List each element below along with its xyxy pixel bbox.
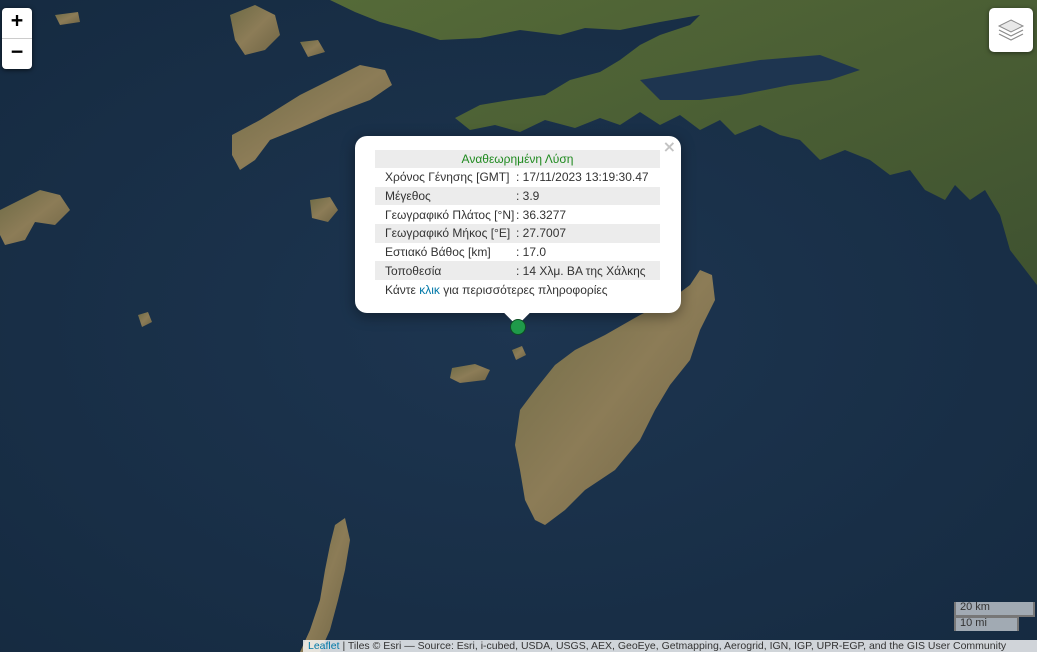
info-value: : 27.7007: [516, 226, 567, 241]
zoom-control: + −: [2, 8, 32, 69]
info-label: Γεωγραφικό Μήκος [°E]: [385, 226, 511, 241]
leaflet-link[interactable]: Leaflet: [308, 640, 340, 652]
popup-info-table: Χρόνος Γένησης [GMT] : 17/11/2023 13:19:…: [375, 168, 660, 281]
info-row: Μέγεθος : 3.9: [375, 186, 660, 206]
zoom-out-button[interactable]: −: [2, 38, 32, 69]
info-row: Γεωγραφικό Πλάτος [°N] : 36.3277: [375, 205, 660, 224]
layers-icon: [997, 19, 1025, 41]
info-label: Χρόνος Γένησης [GMT]: [385, 170, 510, 185]
info-label: Εστιακό Βάθος [km]: [385, 245, 491, 260]
info-value: : 17.0: [516, 245, 547, 260]
info-label: Γεωγραφικό Πλάτος [°N]: [385, 207, 515, 222]
more-info-suffix: για περισσότερες πληροφορίες: [439, 283, 608, 297]
more-info-prefix: Κάντε: [385, 283, 420, 297]
info-row: Εστιακό Βάθος [km] : 17.0: [375, 243, 660, 262]
info-value: : 36.3277: [516, 207, 567, 222]
layers-button[interactable]: [989, 8, 1033, 52]
more-info-link[interactable]: κλικ: [419, 283, 440, 297]
map-attribution: Leaflet | Tiles © Esri — Source: Esri, i…: [303, 640, 1037, 652]
zoom-in-button[interactable]: +: [2, 8, 32, 38]
info-row: Χρόνος Γένησης [GMT] : 17/11/2023 13:19:…: [375, 168, 660, 187]
scale-control: 20 km 10 mi: [954, 602, 1035, 631]
info-value: : 17/11/2023 13:19:30.47: [516, 170, 649, 185]
popup-title: Αναθεωρημένη Λύση: [375, 150, 660, 168]
info-value: : 3.9: [516, 189, 540, 204]
attribution-text: | Tiles © Esri — Source: Esri, i-cubed, …: [339, 640, 1007, 652]
earthquake-popup: × Αναθεωρημένη Λύση Χρόνος Γένησης [GMT]…: [355, 136, 681, 326]
scale-km: 20 km: [954, 602, 1035, 617]
popup-close-button[interactable]: ×: [663, 139, 676, 155]
info-row: Τοποθεσία : 14 Χλμ. ΒΑ της Χάλκης: [375, 261, 660, 281]
earthquake-marker[interactable]: [510, 319, 526, 335]
info-label: Τοποθεσία: [385, 263, 442, 278]
info-value: : 14 Χλμ. ΒΑ της Χάλκης: [516, 263, 646, 278]
more-info-text: Κάντε κλικ για περισσότερες πληροφορίες: [385, 283, 608, 297]
info-label: Μέγεθος: [385, 189, 431, 204]
scale-mi: 10 mi: [954, 616, 1019, 631]
info-row: Γεωγραφικό Μήκος [°E] : 27.7007: [375, 224, 660, 243]
